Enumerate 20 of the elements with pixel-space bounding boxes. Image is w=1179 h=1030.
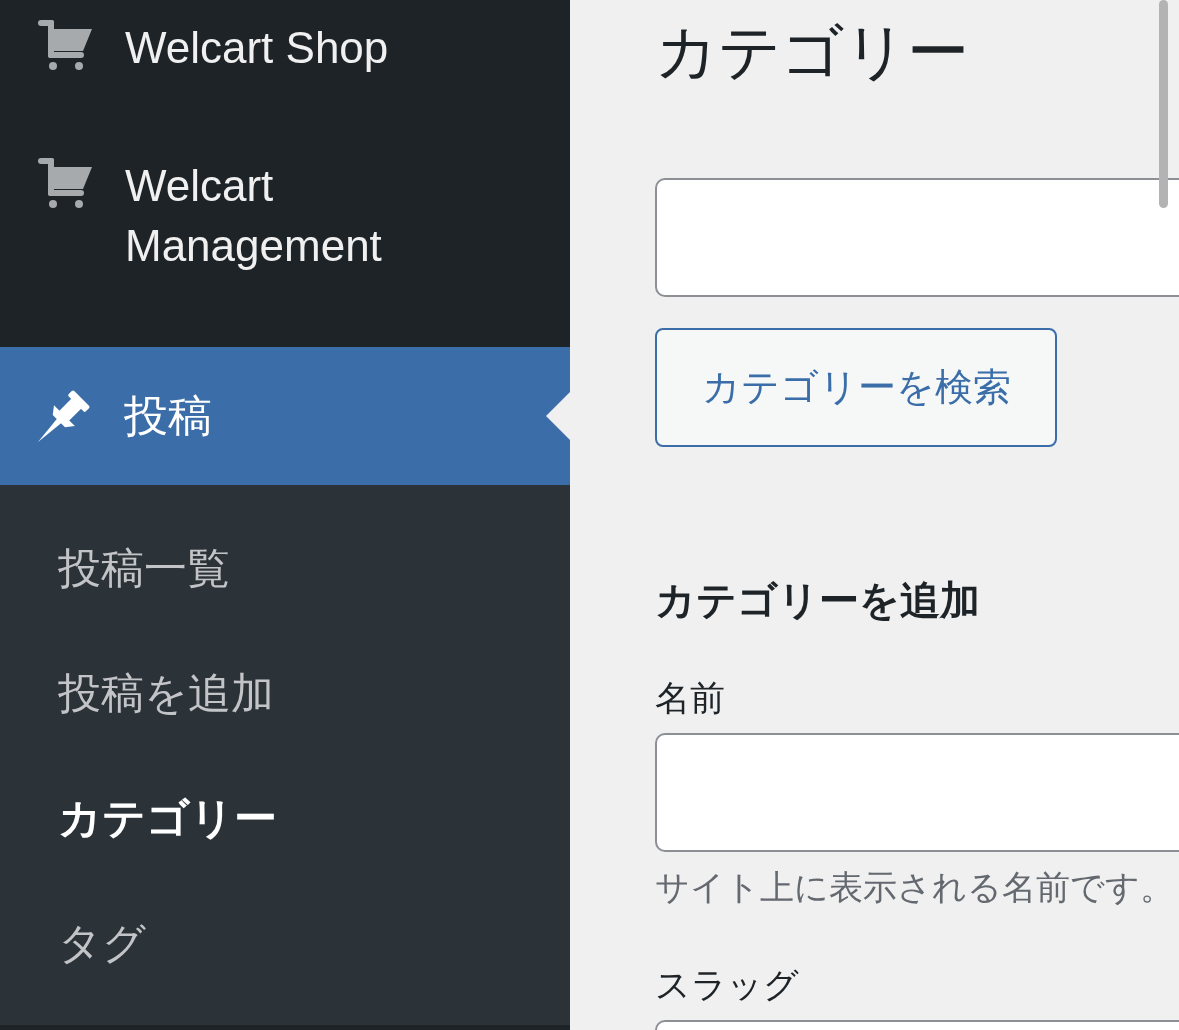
submenu-item[interactable]: 投稿一覧 bbox=[0, 505, 570, 630]
menu-label: Welcart Management bbox=[125, 160, 383, 272]
submenu-item[interactable]: 投稿を追加 bbox=[0, 630, 570, 755]
submenu-item[interactable]: タグ bbox=[0, 880, 570, 1005]
field-hint: サイト上に表示される名前です。 bbox=[655, 867, 1174, 908]
scrollbar-thumb[interactable] bbox=[1159, 0, 1168, 208]
menu-label: 投稿 bbox=[124, 390, 213, 442]
field-label: 名前 bbox=[655, 677, 725, 719]
search-field[interactable] bbox=[655, 178, 1179, 297]
text-field[interactable] bbox=[655, 733, 1179, 852]
sidebar-menu-item[interactable]: 投稿 bbox=[0, 347, 570, 485]
field-label: スラッグ bbox=[655, 964, 799, 1006]
menu-label: Welcart Shop bbox=[125, 22, 390, 74]
search-button[interactable]: カテゴリーを検索 bbox=[655, 328, 1057, 447]
section-heading: カテゴリーを追加 bbox=[655, 577, 980, 624]
cart-icon bbox=[38, 20, 92, 70]
cart-icon bbox=[38, 158, 92, 208]
submenu-item[interactable]: カテゴリー bbox=[0, 755, 570, 880]
page-title: カテゴリー bbox=[655, 16, 969, 88]
pushpin-icon bbox=[38, 389, 91, 442]
